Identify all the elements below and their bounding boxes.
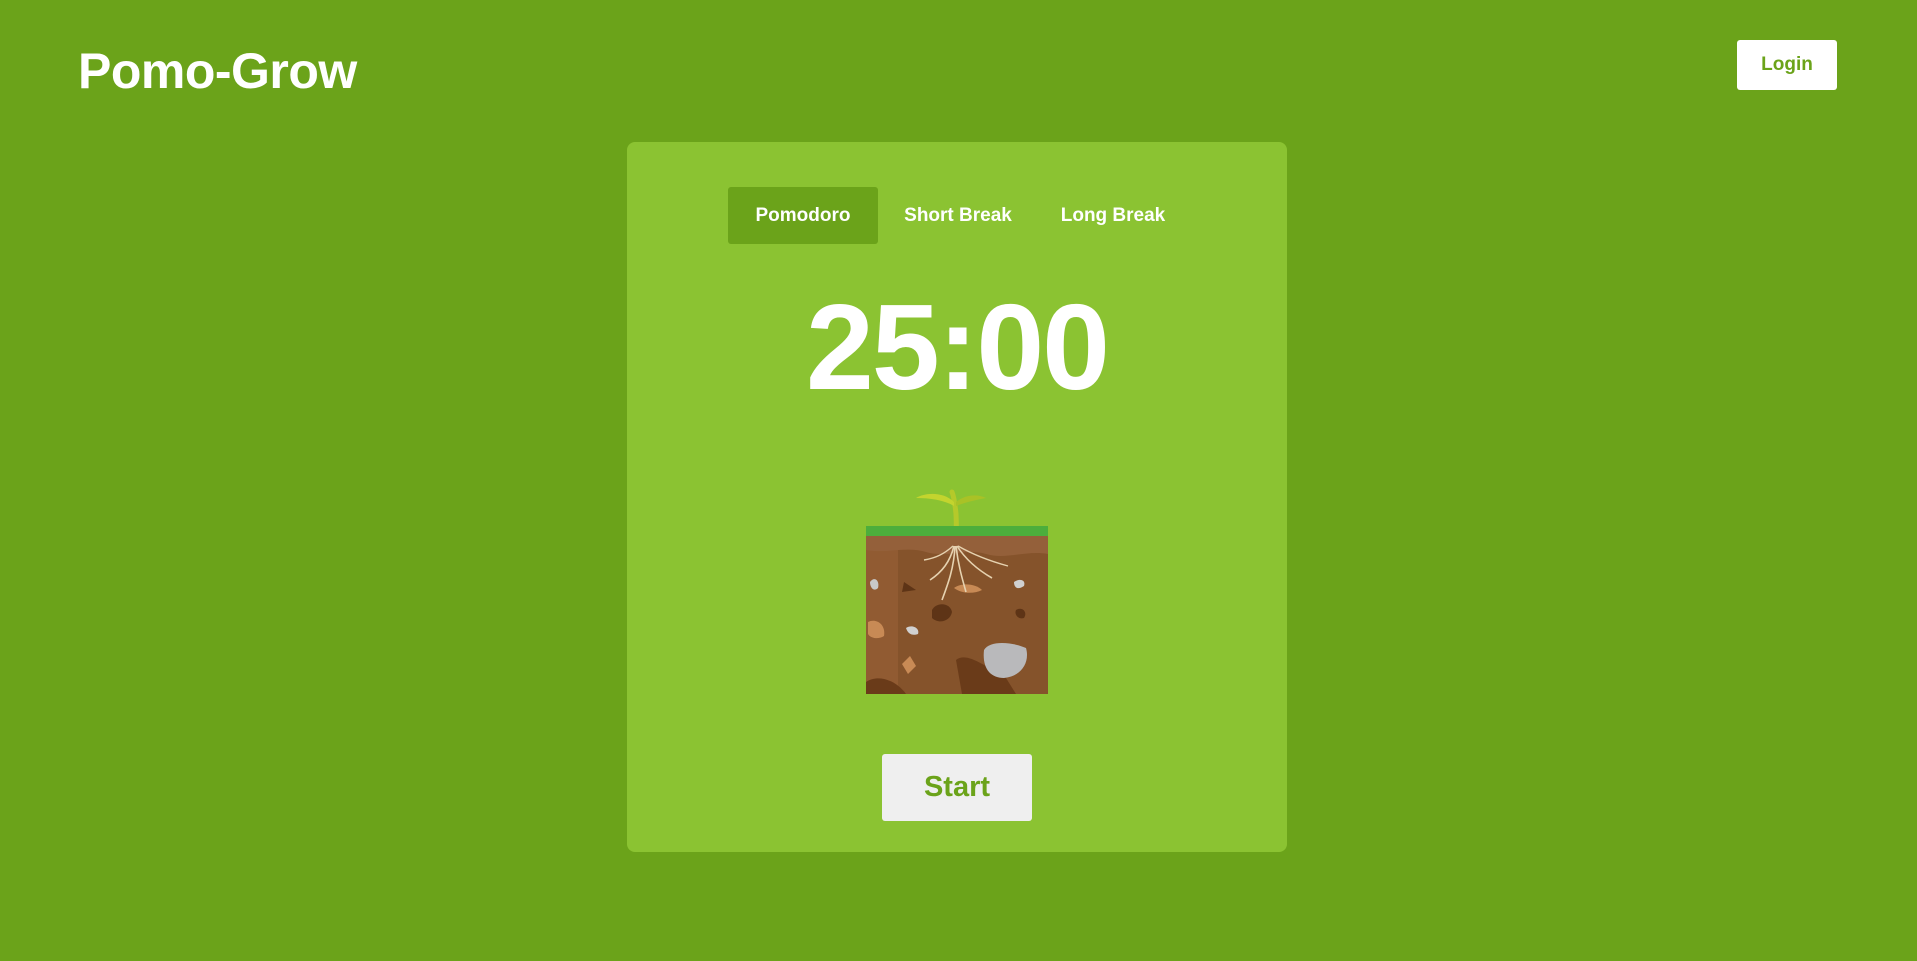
timer-display: 25:00: [805, 279, 1110, 415]
timer-card: Pomodoro Short Break Long Break 25:00 St…: [627, 142, 1287, 852]
tab-long-break[interactable]: Long Break: [1038, 187, 1188, 244]
login-button[interactable]: Login: [1737, 40, 1837, 90]
mode-tabs: Pomodoro Short Break Long Break: [728, 187, 1186, 244]
start-button[interactable]: Start: [882, 754, 1032, 821]
seedling-in-soil-icon: [866, 489, 1048, 694]
tab-short-break[interactable]: Short Break: [878, 187, 1038, 244]
tab-pomodoro[interactable]: Pomodoro: [728, 187, 878, 244]
app-title: Pomo-Grow: [78, 43, 357, 99]
top-header: Pomo-Grow Login: [0, 0, 1917, 130]
